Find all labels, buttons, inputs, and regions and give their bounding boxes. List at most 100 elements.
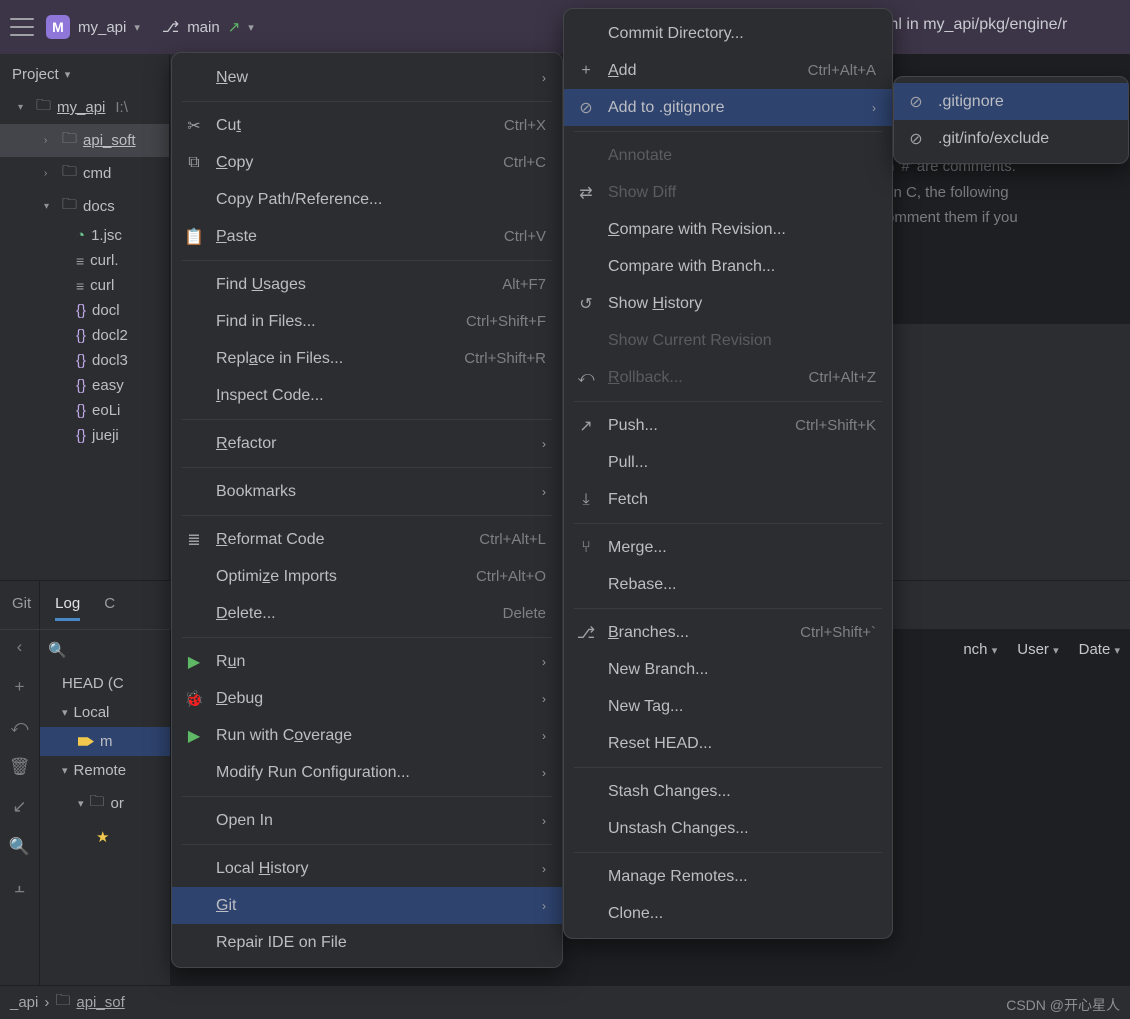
menu-git-exclude[interactable]: ⊘.git/info/exclude bbox=[894, 120, 1128, 157]
head-row[interactable]: HEAD (C bbox=[40, 669, 170, 698]
menu-bookmarks[interactable]: Bookmarks› bbox=[172, 473, 562, 510]
menu-show-diff: ⇄Show Diff bbox=[564, 174, 892, 211]
tree-item-file[interactable]: {}easy bbox=[0, 373, 169, 398]
tree-item-folder[interactable]: ›🗀cmd bbox=[0, 157, 169, 190]
menu-git[interactable]: Git› bbox=[172, 887, 562, 924]
undo-icon: ⤺ bbox=[576, 369, 596, 387]
menu-stash[interactable]: Stash Changes... bbox=[564, 773, 892, 810]
menu-show-current: Show Current Revision bbox=[564, 322, 892, 359]
branch-icon: ⎇ bbox=[162, 18, 179, 36]
menu-debug[interactable]: 🐞Debug› bbox=[172, 680, 562, 717]
favorite-branch[interactable]: ★ bbox=[40, 822, 170, 852]
menu-replace-in-files[interactable]: Replace in Files...Ctrl+Shift+R bbox=[172, 340, 562, 377]
menu-compare-branch[interactable]: Compare with Branch... bbox=[564, 248, 892, 285]
remote-group[interactable]: ▾Remote bbox=[40, 756, 170, 785]
project-panel-title[interactable]: Project ▾ bbox=[0, 62, 169, 91]
tree-item-file[interactable]: {}docl3 bbox=[0, 348, 169, 373]
branch-list: 🔍 HEAD (C ▾Local m ▾Remote ▾🗀or ★ bbox=[40, 629, 170, 1019]
stats-icon[interactable]: ⫠ bbox=[14, 877, 24, 897]
local-group[interactable]: ▾Local bbox=[40, 698, 170, 727]
menu-copy-path[interactable]: Copy Path/Reference... bbox=[172, 181, 562, 218]
remote-folder[interactable]: ▾🗀or bbox=[40, 785, 170, 822]
menu-show-history[interactable]: ↺Show History bbox=[564, 285, 892, 322]
menu-delete[interactable]: Delete...Delete bbox=[172, 595, 562, 632]
checkout-icon[interactable]: ⤺ bbox=[10, 717, 28, 737]
menu-new-branch[interactable]: New Branch... bbox=[564, 651, 892, 688]
menu-copy[interactable]: ⧉CopyCtrl+C bbox=[172, 144, 562, 181]
menu-optimize[interactable]: Optimize ImportsCtrl+Alt+O bbox=[172, 558, 562, 595]
menu-clone[interactable]: Clone... bbox=[564, 895, 892, 932]
menu-new[interactable]: New› bbox=[172, 59, 562, 96]
menu-manage-remotes[interactable]: Manage Remotes... bbox=[564, 858, 892, 895]
tab-log[interactable]: Log bbox=[55, 589, 80, 621]
tree-item-folder[interactable]: ›🗀api_soft bbox=[0, 124, 169, 157]
tree-item-file[interactable]: ≡curl. bbox=[0, 248, 169, 273]
tab-git[interactable]: Git bbox=[12, 589, 31, 621]
branch-item[interactable]: m bbox=[40, 727, 170, 756]
trash-icon[interactable]: 🗑 bbox=[9, 757, 31, 777]
menu-add[interactable]: +AddCtrl+Alt+A bbox=[564, 52, 892, 89]
arrow-icon[interactable]: ↙ bbox=[12, 797, 26, 817]
menu-local-history[interactable]: Local History› bbox=[172, 850, 562, 887]
plus-icon[interactable]: + bbox=[15, 677, 25, 697]
menu-commit-dir[interactable]: Commit Directory... bbox=[564, 15, 892, 52]
menu-repair[interactable]: Repair IDE on File bbox=[172, 924, 562, 961]
menu-pull[interactable]: Pull... bbox=[564, 444, 892, 481]
branch-search[interactable]: 🔍 bbox=[40, 637, 170, 669]
shield-icon: ▶ bbox=[184, 726, 204, 746]
main-menu-icon[interactable] bbox=[10, 18, 34, 36]
prohibit-icon: ⊘ bbox=[906, 129, 926, 149]
tree-item-file[interactable]: {}jueji bbox=[0, 423, 169, 448]
menu-unstash[interactable]: Unstash Changes... bbox=[564, 810, 892, 847]
tree-item-file[interactable]: {}docl bbox=[0, 298, 169, 323]
tree-item-root[interactable]: ▾🗀my_apiI:\ bbox=[0, 91, 169, 124]
menu-run[interactable]: ▶Run› bbox=[172, 643, 562, 680]
menu-add-gitignore[interactable]: ⊘Add to .gitignore› bbox=[564, 89, 892, 126]
arrow-up-icon: ↗ bbox=[228, 18, 241, 36]
tree-item-file[interactable]: ≡curl bbox=[0, 273, 169, 298]
menu-rebase[interactable]: Rebase... bbox=[564, 566, 892, 603]
menu-fetch[interactable]: ⤓Fetch bbox=[564, 481, 892, 518]
history-icon: ↺ bbox=[576, 294, 596, 314]
menu-merge[interactable]: ⑂Merge... bbox=[564, 529, 892, 566]
tree-item-file[interactable]: {}docl2 bbox=[0, 323, 169, 348]
menu-paste[interactable]: 📋PasteCtrl+V bbox=[172, 218, 562, 255]
tree-item-file[interactable]: {}eoLi bbox=[0, 398, 169, 423]
watermark: CSDN @开心星人 bbox=[1006, 995, 1120, 1015]
project-selector[interactable]: M my_api ▾ bbox=[46, 15, 140, 39]
star-icon: ★ bbox=[96, 828, 109, 846]
tag-icon bbox=[78, 735, 94, 749]
tab-console[interactable]: C bbox=[104, 589, 115, 621]
tree-item-file[interactable]: ◔1.jsc bbox=[0, 223, 169, 248]
menu-cut[interactable]: ✂CutCtrl+X bbox=[172, 107, 562, 144]
menu-coverage[interactable]: ▶Run with Coverage› bbox=[172, 717, 562, 754]
fetch-icon: ⤓ bbox=[576, 491, 596, 509]
tree-item-folder[interactable]: ▾🗀docs bbox=[0, 190, 169, 223]
branch-selector[interactable]: ⎇ main ↗ ▾ bbox=[162, 18, 254, 36]
breadcrumb-seg[interactable]: api_sof bbox=[76, 994, 124, 1011]
menu-reformat[interactable]: ≣Reformat CodeCtrl+Alt+L bbox=[172, 521, 562, 558]
menu-push[interactable]: ↗Push...Ctrl+Shift+K bbox=[564, 407, 892, 444]
project-tool-window: Project ▾ ▾🗀my_apiI:\ ›🗀api_soft ›🗀cmd ▾… bbox=[0, 54, 170, 580]
filter-user[interactable]: User ▾ bbox=[1017, 641, 1058, 658]
menu-find-in-files[interactable]: Find in Files...Ctrl+Shift+F bbox=[172, 303, 562, 340]
context-menu-git: Commit Directory... +AddCtrl+Alt+A ⊘Add … bbox=[563, 8, 893, 939]
menu-modify-run[interactable]: Modify Run Configuration...› bbox=[172, 754, 562, 791]
menu-refactor[interactable]: Refactor› bbox=[172, 425, 562, 462]
menu-gitignore-file[interactable]: ⊘.gitignore bbox=[894, 83, 1128, 120]
filter-date[interactable]: Date ▾ bbox=[1079, 641, 1120, 658]
menu-compare-revision[interactable]: Compare with Revision... bbox=[564, 211, 892, 248]
context-menu-gitignore: ⊘.gitignore ⊘.git/info/exclude bbox=[893, 76, 1129, 164]
back-icon[interactable]: ‹ bbox=[17, 637, 23, 657]
menu-branches[interactable]: ⎇Branches...Ctrl+Shift+` bbox=[564, 614, 892, 651]
menu-inspect[interactable]: Inspect Code... bbox=[172, 377, 562, 414]
search-icon[interactable]: 🔍 bbox=[9, 837, 30, 857]
menu-open-in[interactable]: Open In› bbox=[172, 802, 562, 839]
menu-new-tag[interactable]: New Tag... bbox=[564, 688, 892, 725]
filter-branch[interactable]: nch ▾ bbox=[963, 641, 997, 658]
breadcrumb-seg[interactable]: _api bbox=[10, 994, 38, 1011]
menu-reset-head[interactable]: Reset HEAD... bbox=[564, 725, 892, 762]
menu-find-usages[interactable]: Find UsagesAlt+F7 bbox=[172, 266, 562, 303]
clipboard-icon: 📋 bbox=[184, 227, 204, 247]
menu-rollback: ⤺Rollback...Ctrl+Alt+Z bbox=[564, 359, 892, 396]
